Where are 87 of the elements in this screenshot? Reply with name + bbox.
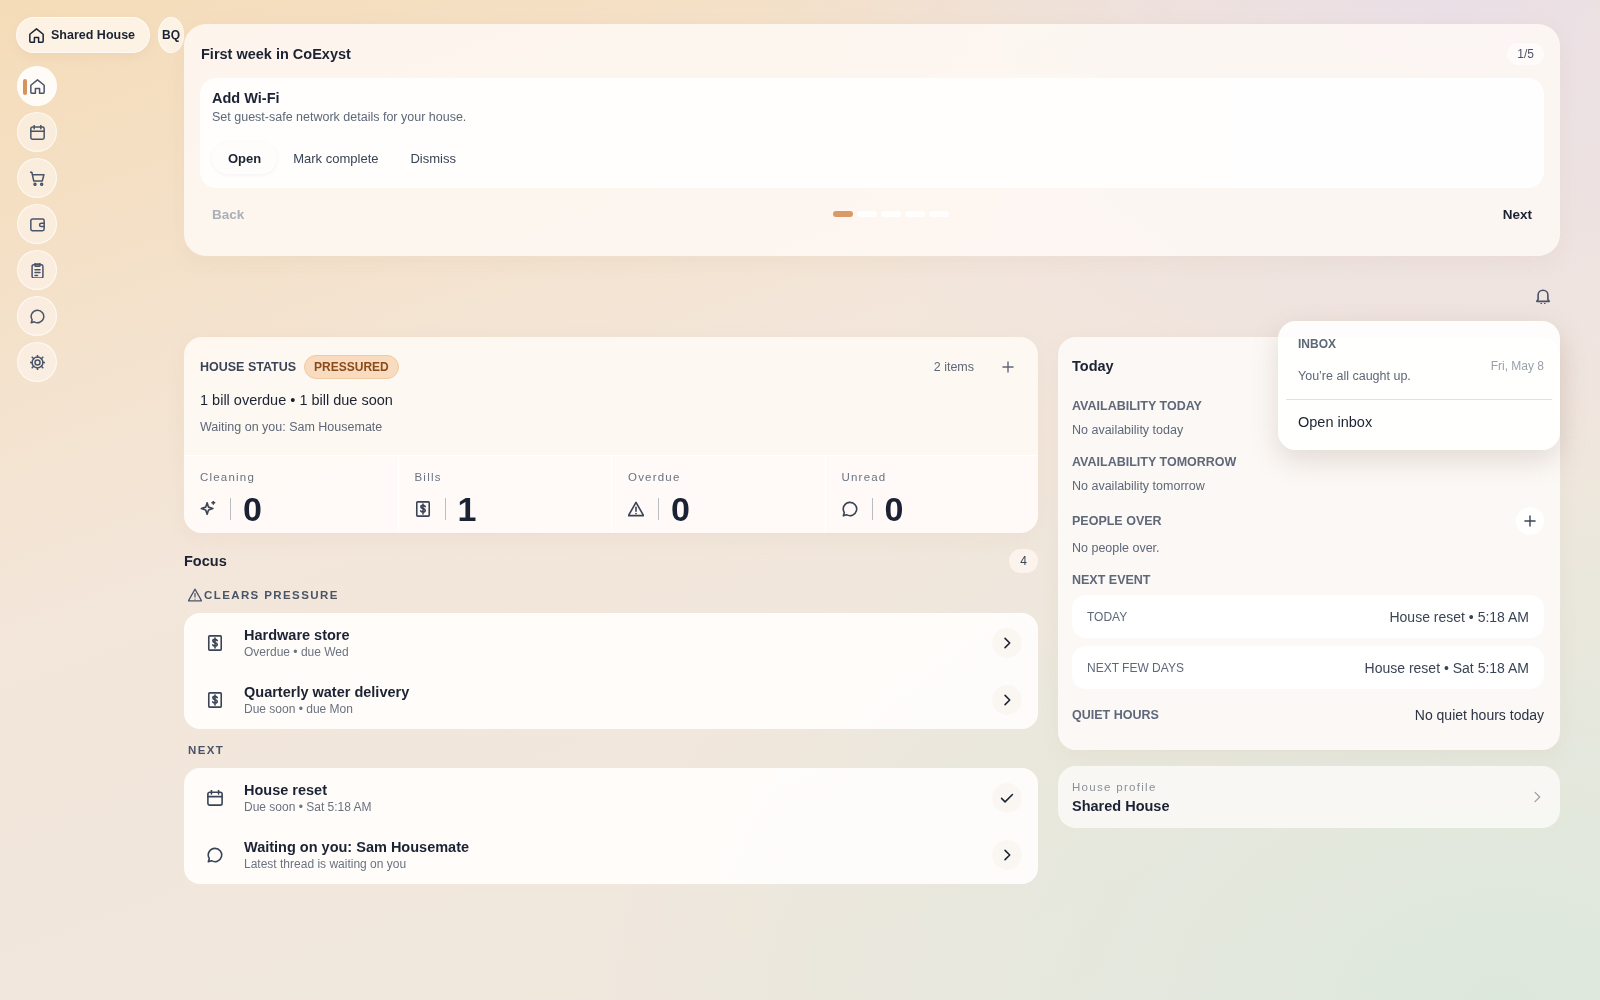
event-detail: House reset • Sat 5:18 AM	[1364, 659, 1529, 676]
warning-icon	[188, 588, 202, 602]
bell-icon	[1535, 288, 1551, 304]
step-counter: 1/5	[1507, 43, 1544, 65]
settings-icon	[29, 354, 45, 370]
count-badge: 4	[1009, 549, 1038, 573]
stat-value: 0	[243, 491, 262, 527]
waiting-note: Waiting on you: Sam Housemate	[200, 420, 384, 434]
empty-message: No availability today	[1072, 423, 1184, 437]
popover-title: INBOX	[1297, 337, 1337, 351]
calendar-icon	[207, 789, 223, 806]
empty-message: You’re all caught up.	[1297, 369, 1412, 383]
open-button[interactable]	[992, 684, 1022, 715]
home-icon	[29, 78, 45, 94]
avatar-button[interactable]: BQ	[158, 17, 184, 53]
section-label: NEXT EVENT	[1072, 573, 1152, 587]
calendar-nav-button[interactable]	[17, 112, 57, 152]
receipt-icon	[207, 691, 223, 708]
stat-value: 0	[671, 491, 690, 527]
open-button[interactable]	[992, 839, 1022, 870]
event-period: TODAY	[1087, 609, 1128, 624]
open-button[interactable]	[992, 627, 1022, 658]
open-inbox-link[interactable]: Open inbox	[1286, 408, 1552, 436]
cart-icon	[29, 170, 45, 186]
home-nav-button[interactable]	[17, 66, 57, 106]
quiet-hours-value: No quiet hours today	[1414, 707, 1544, 723]
chat-icon	[841, 501, 858, 517]
status-badge: PRESSURED	[304, 355, 399, 379]
item-subtitle: Due soon • due Mon	[244, 701, 354, 716]
home-icon	[29, 27, 44, 43]
stat-label: Overdue	[628, 471, 682, 483]
task-description: Set guest-safe network details for your house.	[212, 110, 468, 124]
chat-icon	[29, 308, 45, 324]
cart-nav-button[interactable]	[17, 158, 57, 198]
item-subtitle: Overdue • due Wed	[244, 644, 350, 659]
sparkle-icon	[200, 501, 216, 517]
section-title: HOUSE STATUS	[200, 360, 297, 374]
date-label: Fri, May 8	[1490, 359, 1544, 373]
item-count: 2 items	[933, 360, 974, 374]
item-title: Waiting on you: Sam Housemate	[244, 838, 471, 855]
complete-button[interactable]	[992, 782, 1022, 813]
item-title: Hardware store	[244, 626, 351, 643]
settings-nav-button[interactable]	[17, 342, 57, 382]
plus-icon	[1523, 514, 1537, 528]
section-label: QUIET HOURS	[1072, 708, 1159, 722]
stat-label: Cleaning	[200, 471, 256, 483]
card-title: Today	[1072, 358, 1114, 374]
event-detail: House reset • 5:18 AM	[1389, 608, 1529, 625]
house-name: Shared House	[1072, 797, 1171, 814]
section-label: AVAILABILITY TOMORROW	[1072, 455, 1238, 469]
item-title: House reset	[244, 781, 328, 798]
section-title: Focus	[184, 553, 227, 569]
stat-value: 0	[884, 491, 904, 527]
profile-label: House profile	[1072, 780, 1158, 793]
next-button[interactable]: Next	[1490, 198, 1544, 230]
wallet-icon	[29, 216, 45, 232]
empty-message: No availability tomorrow	[1072, 479, 1205, 493]
warning-icon	[628, 501, 644, 517]
empty-message: No people over.	[1072, 541, 1160, 555]
group-label: NEXT	[188, 744, 225, 756]
calendar-icon	[29, 124, 45, 140]
stat-value: 1	[457, 491, 477, 527]
receipt-icon	[414, 501, 431, 517]
action-button[interactable]: Dismiss	[394, 142, 472, 174]
add-button[interactable]	[1516, 507, 1544, 535]
plus-icon	[1001, 360, 1015, 374]
wallet-nav-button[interactable]	[17, 204, 57, 244]
receipt-icon	[207, 634, 223, 651]
action-button[interactable]: Mark complete	[277, 142, 395, 174]
clipboard-icon	[29, 262, 45, 278]
item-title: Quarterly water delivery	[244, 683, 411, 700]
chat-nav-button[interactable]	[17, 296, 57, 336]
section-label: AVAILABILITY TODAY	[1072, 399, 1203, 413]
open-button[interactable]: Open	[212, 142, 278, 174]
event-period: NEXT FEW DAYS	[1087, 660, 1184, 675]
item-subtitle: Latest thread is waiting on you	[244, 856, 408, 871]
card-title: First week in CoExyst	[201, 46, 351, 62]
item-subtitle: Due soon • Sat 5:18 AM	[244, 799, 373, 814]
section-label: PEOPLE OVER	[1072, 514, 1162, 528]
clipboard-nav-button[interactable]	[17, 250, 57, 290]
stat-label: Unread	[841, 471, 888, 483]
task-title: Add Wi-Fi	[212, 90, 281, 106]
stat-label: Bills	[414, 471, 443, 483]
house-switcher-button[interactable]: Shared House	[16, 17, 151, 53]
chat-icon	[207, 846, 223, 863]
status-summary: 1 bill overdue • 1 bill due soon	[200, 392, 394, 408]
group-label: CLEARS PRESSURE	[204, 589, 339, 601]
